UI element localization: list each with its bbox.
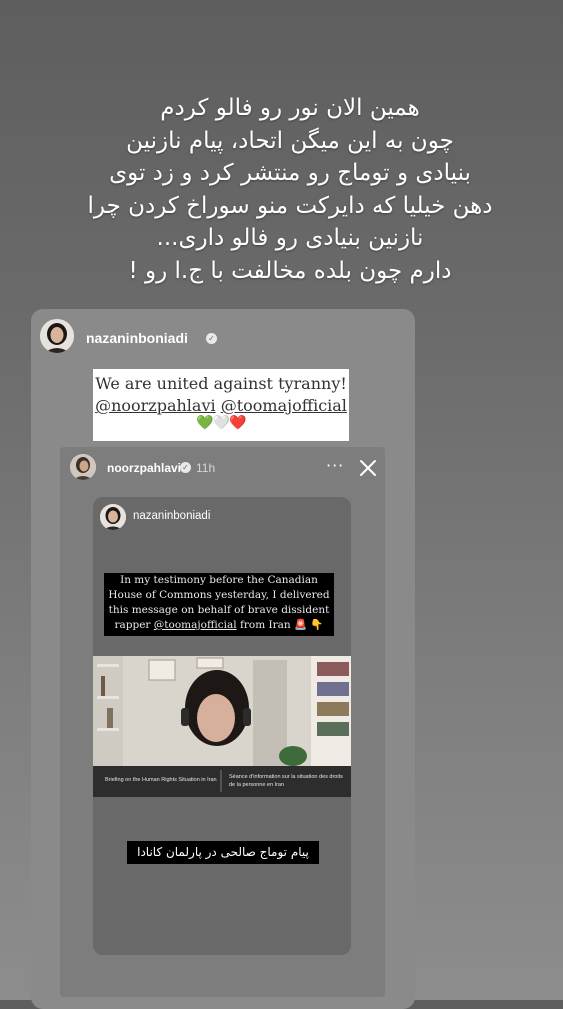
avatar-portrait-icon bbox=[100, 504, 126, 530]
sticker-mentions: @noorzpahlavi @toomajofficial bbox=[93, 396, 349, 415]
tyranny-sticker: We are united against tyranny! @noorzpah… bbox=[93, 369, 349, 441]
sticker-text: We are united against tyranny! bbox=[95, 374, 347, 393]
story-time: 11h bbox=[196, 461, 216, 475]
testimony-prefix: rapper bbox=[114, 619, 154, 631]
video-caption-en: Briefing on the Human Rights Situation i… bbox=[105, 777, 217, 783]
caption-line: دارم چون بلده مخالفت با ج.ا رو ! bbox=[128, 257, 452, 284]
avatar[interactable] bbox=[40, 319, 74, 353]
mention-noorzpahlavi[interactable]: @noorzpahlavi bbox=[95, 396, 216, 415]
inner-username[interactable]: nazaninboniadi bbox=[133, 510, 210, 522]
testimony-text-box: In my testimony before the Canadian Hous… bbox=[104, 573, 334, 636]
avatar-portrait-icon bbox=[70, 454, 96, 480]
video-caption-fr-2: de la personne en Iran bbox=[229, 782, 284, 788]
video-thumbnail[interactable]: Briefing on the Human Rights Situation i… bbox=[93, 656, 351, 797]
verified-badge-icon: ✓ bbox=[206, 333, 217, 344]
testimony-line-last: rapper @toomajofficial from Iran 🚨 👇 bbox=[104, 618, 334, 633]
inner-avatar[interactable] bbox=[100, 504, 126, 530]
verified-badge-icon: ✓ bbox=[180, 462, 191, 473]
avatar-portrait-icon bbox=[40, 319, 74, 353]
more-options-icon[interactable]: ··· bbox=[326, 456, 344, 475]
persian-subtitle: پیام توماج صالحی در پارلمان کانادا bbox=[127, 841, 319, 864]
video-caption-fr-1: Séance d'information sur la situation de… bbox=[229, 774, 343, 780]
mention-toomajofficial[interactable]: @toomajofficial bbox=[154, 619, 237, 631]
caption-line: نازنین بنیادی رو فالو داری... bbox=[156, 225, 424, 251]
reshared-username[interactable]: noorzpahlavi bbox=[107, 461, 181, 475]
caption-line: بنیادی و توماج رو منتشر کرد و زد توی bbox=[109, 160, 471, 186]
video-frame-image: Briefing on the Human Rights Situation i… bbox=[93, 656, 351, 797]
outer-username[interactable]: nazaninboniadi bbox=[86, 330, 188, 346]
caption-line: همین الان نور رو فالو کردم bbox=[160, 95, 420, 121]
testimony-suffix: from Iran 🚨 👇 bbox=[236, 619, 324, 631]
hearts-emoji: 💚🤍❤️ bbox=[196, 415, 246, 431]
testimony-line: In my testimony before the Canadian bbox=[120, 574, 318, 586]
reshared-avatar[interactable] bbox=[70, 454, 96, 480]
close-icon[interactable] bbox=[358, 458, 378, 478]
caption-line: دهن خیلیا که دایرکت منو سوراخ کردن چرا bbox=[87, 192, 493, 219]
mention-toomajofficial[interactable]: @toomajofficial bbox=[221, 396, 347, 415]
story-caption: همین الان نور رو فالو کردم چون به این می… bbox=[40, 92, 540, 287]
testimony-line: this message on behalf of brave dissiden… bbox=[108, 604, 330, 616]
caption-line: چون به این میگن اتحاد، پیام نازنین bbox=[126, 127, 454, 154]
testimony-line: House of Commons yesterday, I delivered bbox=[108, 589, 330, 601]
